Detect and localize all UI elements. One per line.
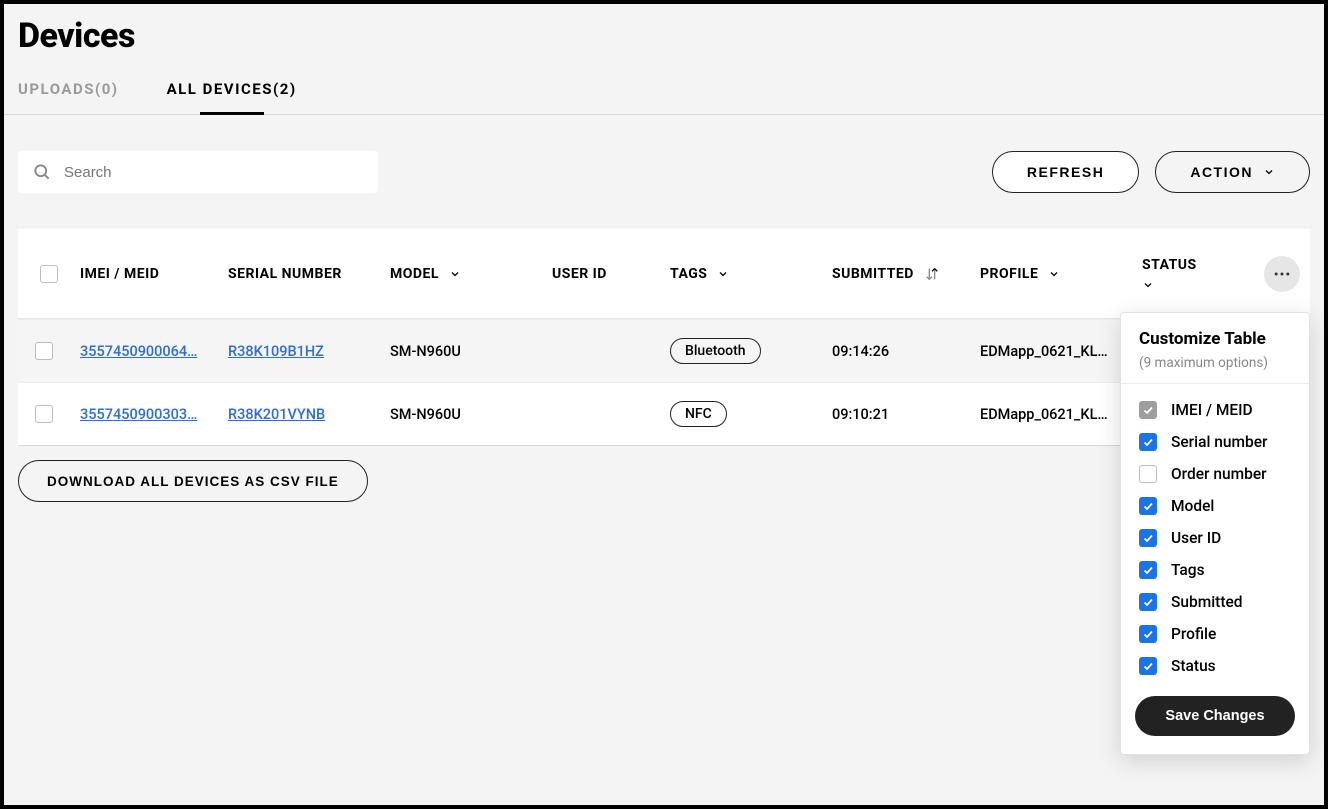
- table-header: IMEI / MEID SERIAL NUMBER MODEL USER ID …: [18, 229, 1310, 319]
- column-imei[interactable]: IMEI / MEID: [80, 266, 228, 282]
- column-model[interactable]: MODEL: [390, 266, 552, 282]
- checkbox-icon: [1139, 401, 1157, 419]
- download-csv-button[interactable]: DOWNLOAD ALL DEVICES AS CSV FILE: [18, 460, 368, 502]
- devices-table: IMEI / MEID SERIAL NUMBER MODEL USER ID …: [18, 229, 1310, 446]
- option-status[interactable]: Status: [1139, 650, 1291, 682]
- checkbox-icon: [1139, 561, 1157, 579]
- option-model[interactable]: Model: [1139, 490, 1291, 522]
- action-button[interactable]: ACTION: [1155, 151, 1310, 193]
- checkbox-icon: [1139, 593, 1157, 611]
- submitted-cell: 09:14:26: [832, 343, 980, 360]
- row-checkbox[interactable]: [35, 405, 53, 423]
- imei-link[interactable]: 3557450900064…: [80, 343, 228, 360]
- column-tags[interactable]: TAGS: [670, 266, 832, 282]
- tag-chip[interactable]: Bluetooth: [670, 338, 761, 364]
- select-all-checkbox[interactable]: [40, 265, 58, 283]
- tab-uploads[interactable]: UPLOADS(0): [18, 80, 119, 114]
- chevron-down-icon: [1048, 268, 1060, 280]
- sort-icon: [924, 266, 940, 282]
- search-icon: [32, 162, 52, 182]
- more-horizontal-icon: [1272, 264, 1292, 284]
- tag-chip[interactable]: NFC: [670, 401, 727, 427]
- serial-link[interactable]: R38K109B1HZ: [228, 343, 390, 360]
- option-tags[interactable]: Tags: [1139, 554, 1291, 586]
- option-submitted[interactable]: Submitted: [1139, 586, 1291, 618]
- refresh-button[interactable]: REFRESH: [992, 151, 1139, 193]
- option-imei[interactable]: IMEI / MEID: [1139, 394, 1291, 426]
- tabs: UPLOADS(0) ALL DEVICES(2): [4, 62, 1324, 115]
- checkbox-icon: [1139, 529, 1157, 547]
- column-userid[interactable]: USER ID: [552, 266, 670, 282]
- page-title: Devices: [4, 4, 1324, 62]
- column-serial[interactable]: SERIAL NUMBER: [228, 266, 390, 282]
- customize-table-popover: Customize Table (9 maximum options) IMEI…: [1120, 312, 1310, 755]
- model-cell: SM-N960U: [390, 406, 552, 423]
- serial-link[interactable]: R38K201VYNB: [228, 406, 390, 423]
- profile-cell: EDMapp_0621_KL…: [980, 406, 1142, 423]
- profile-cell: EDMapp_0621_KL…: [980, 343, 1142, 360]
- popover-subtitle: (9 maximum options): [1139, 355, 1291, 371]
- tag-cell: Bluetooth: [670, 338, 832, 364]
- option-profile[interactable]: Profile: [1139, 618, 1291, 650]
- model-cell: SM-N960U: [390, 343, 552, 360]
- checkbox-icon: [1139, 657, 1157, 675]
- popover-title: Customize Table: [1139, 329, 1291, 349]
- chevron-down-icon: [1142, 279, 1154, 291]
- table-row: 3557450900064… R38K109B1HZ SM-N960U Blue…: [18, 319, 1310, 382]
- column-submitted[interactable]: SUBMITTED: [832, 266, 980, 282]
- option-serial[interactable]: Serial number: [1139, 426, 1291, 458]
- row-checkbox[interactable]: [35, 342, 53, 360]
- column-status[interactable]: STATUS: [1142, 257, 1252, 291]
- tag-cell: NFC: [670, 401, 832, 427]
- column-profile[interactable]: PROFILE: [980, 266, 1142, 282]
- toolbar: REFRESH ACTION: [4, 115, 1324, 229]
- checkbox-icon: [1139, 433, 1157, 451]
- chevron-down-icon: [449, 268, 461, 280]
- checkbox-icon: [1139, 497, 1157, 515]
- option-order[interactable]: Order number: [1139, 458, 1291, 490]
- customize-columns-button[interactable]: [1264, 256, 1300, 292]
- save-changes-button[interactable]: Save Changes: [1135, 696, 1295, 736]
- table-row: 3557450900303… R38K201VYNB SM-N960U NFC …: [18, 382, 1310, 445]
- imei-link[interactable]: 3557450900303…: [80, 406, 228, 423]
- option-userid[interactable]: User ID: [1139, 522, 1291, 554]
- submitted-cell: 09:10:21: [832, 406, 980, 423]
- search-box[interactable]: [18, 151, 378, 193]
- checkbox-icon: [1139, 625, 1157, 643]
- chevron-down-icon: [1263, 166, 1275, 178]
- chevron-down-icon: [717, 268, 729, 280]
- search-input[interactable]: [64, 164, 364, 181]
- checkbox-icon: [1139, 465, 1157, 483]
- tab-all-devices[interactable]: ALL DEVICES(2): [167, 80, 297, 114]
